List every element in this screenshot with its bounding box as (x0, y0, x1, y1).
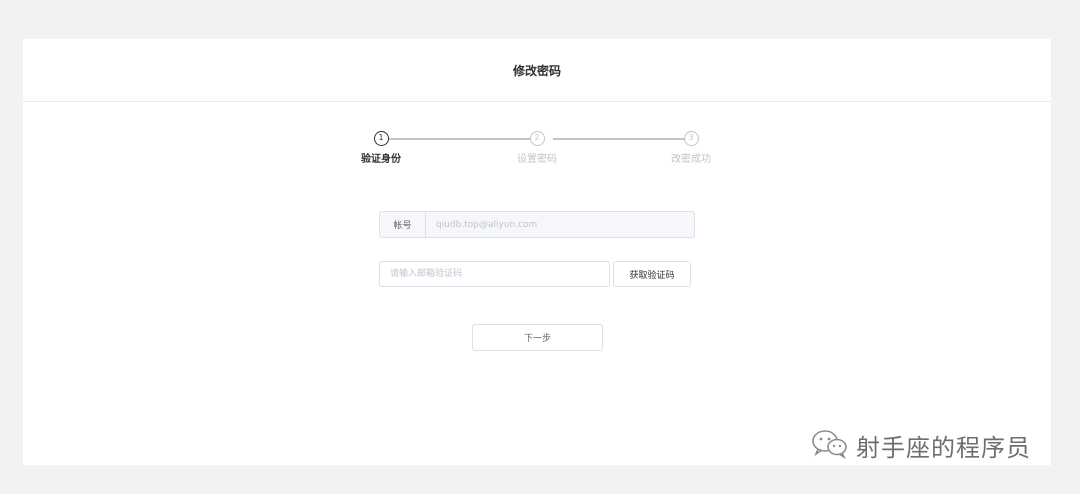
step-number-2: 2 (529, 131, 545, 146)
step-set-password: 2 设置密码 (497, 131, 577, 165)
watermark-text: 射手座的程序员 (856, 434, 1031, 462)
step-label-3: 改密成功 (671, 154, 711, 165)
step-verify-identity: 1 验证身份 (341, 131, 421, 165)
account-input (426, 212, 694, 237)
card-header: 修改密码 (23, 39, 1051, 102)
email-code-input[interactable] (379, 261, 610, 287)
watermark: 射手座的程序员 (810, 428, 1031, 463)
step-number-1: 1 (373, 131, 389, 146)
account-label: 帐号 (380, 212, 426, 237)
get-code-button[interactable]: 获取验证码 (613, 261, 691, 287)
step-password-changed: 3 改密成功 (651, 131, 731, 165)
change-password-card: 修改密码 1 验证身份 2 设置密码 3 改密成功 帐号 获取验证码 下一步 (23, 39, 1051, 465)
step-number-3: 3 (683, 131, 699, 146)
wechat-icon (810, 429, 850, 463)
next-step-button[interactable]: 下一步 (472, 324, 603, 351)
account-field: 帐号 (379, 211, 695, 238)
page-title: 修改密码 (512, 63, 561, 78)
step-label-1: 验证身份 (361, 154, 401, 165)
step-label-2: 设置密码 (517, 154, 557, 165)
progress-steps: 1 验证身份 2 设置密码 3 改密成功 (353, 131, 733, 171)
